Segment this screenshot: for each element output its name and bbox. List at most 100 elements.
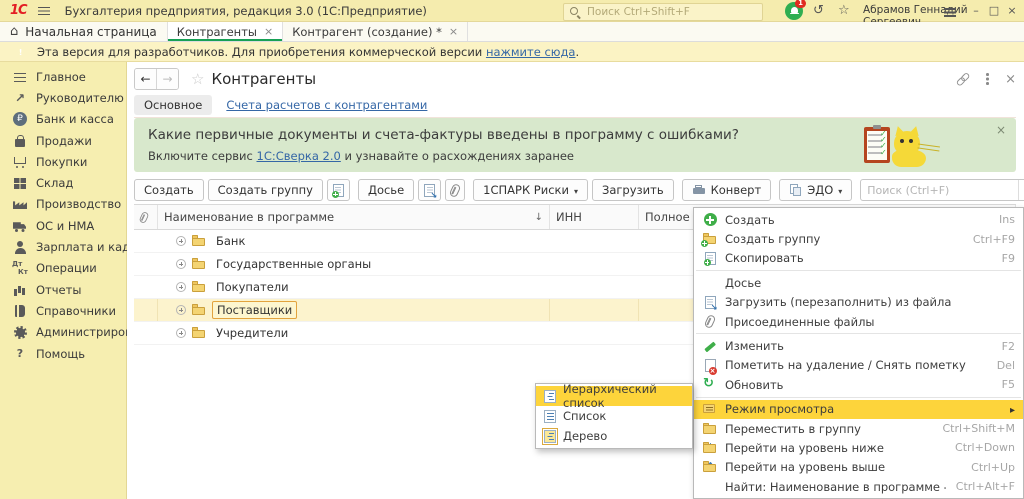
list-search-input[interactable]: [861, 184, 1018, 197]
level-down-icon: ↓: [703, 442, 717, 454]
sidebar-item-zarplata-i-kadry[interactable]: Зарплата и кадры: [0, 236, 126, 257]
sidebar-item-rukovoditelyu[interactable]: Руководителю: [0, 87, 126, 108]
sidebar-item-label: Продажи: [36, 134, 92, 148]
file-load-icon: [424, 184, 435, 197]
expand-icon[interactable]: [176, 259, 186, 269]
sidebar-item-spravochniki[interactable]: Справочники: [0, 300, 126, 321]
book-icon: [12, 304, 28, 318]
menu-separator: [696, 333, 1021, 334]
home-tab[interactable]: Начальная страница: [0, 22, 167, 41]
tab-kontragent-create[interactable]: Контрагент (создание) * ×: [282, 22, 468, 41]
sverka-promo-banner: Какие первичные документы и счета-фактур…: [134, 118, 1016, 172]
menu-item-shortcut: F2: [1002, 340, 1015, 353]
global-search[interactable]: [563, 3, 763, 21]
sidebar-item-operacii[interactable]: Операции: [0, 258, 126, 279]
cart-icon: [12, 155, 28, 169]
window-title: Бухгалтерия предприятия, редакция 3.0 (1…: [65, 4, 427, 18]
tab-close-icon[interactable]: ×: [449, 25, 458, 38]
tab-close-icon[interactable]: ×: [264, 25, 273, 38]
sidebar-item-administrirovanie[interactable]: Администрирование: [0, 322, 126, 343]
level-up-icon: ↑: [703, 461, 717, 473]
tab-kontragenty[interactable]: Контрагенты ×: [167, 22, 282, 41]
create-button[interactable]: Создать: [134, 179, 204, 201]
expand-icon[interactable]: [176, 282, 186, 292]
sidebar-item-pomosch[interactable]: Помощь: [0, 343, 126, 364]
printer-icon: [692, 184, 706, 196]
minimize-button[interactable]: –: [968, 3, 984, 19]
menu-item-find[interactable]: Найти: Наименование в программе - Постав…: [694, 477, 1023, 496]
promo-subtitle: Включите сервис 1С:Сверка 2.0 и узнавайт…: [148, 149, 574, 163]
spark-risks-button[interactable]: 1СПАРК Риски: [473, 179, 588, 201]
clear-search-icon[interactable]: ×: [1018, 180, 1024, 200]
menu-item-create-group[interactable]: Создать группу Ctrl+F9: [694, 229, 1023, 248]
sidebar-item-prodazhi[interactable]: Продажи: [0, 130, 126, 151]
sverka-link[interactable]: 1С:Сверка 2.0: [257, 149, 341, 163]
search-icon: [569, 6, 582, 19]
inn-column-header[interactable]: ИНН: [550, 205, 639, 229]
expand-icon[interactable]: [176, 305, 186, 315]
menu-item-view-mode[interactable]: Режим просмотра: [694, 400, 1023, 419]
sidebar-item-glavnoe[interactable]: Главное: [0, 66, 126, 87]
1c-logo: 1С: [10, 3, 27, 18]
menu-item-label: Изменить: [725, 339, 992, 353]
tab-label: Контрагент (создание) *: [292, 25, 442, 39]
tab-osnovnoe[interactable]: Основное: [134, 95, 212, 115]
sidebar-item-sklad[interactable]: Склад: [0, 172, 126, 193]
sidebar-item-bank-i-kassa[interactable]: Банк и касса: [0, 109, 126, 130]
sort-descending-icon: ↓: [535, 212, 543, 223]
edo-label: ЭДО: [807, 183, 833, 197]
attachments-column-header[interactable]: [134, 205, 158, 229]
tab-scheta-raschetov[interactable]: Счета расчетов с контрагентами: [226, 98, 427, 112]
submenu-item-hierarchical-list[interactable]: Иерархический список: [536, 386, 692, 406]
hierarchical-list-icon: [544, 390, 556, 403]
devbar-link[interactable]: нажмите сюда: [486, 45, 576, 59]
envelope-label: Конверт: [711, 183, 762, 197]
load-from-file-button[interactable]: [418, 179, 441, 201]
row-name: Государственные органы: [212, 256, 375, 272]
attached-files-button[interactable]: [445, 179, 465, 201]
promo-close-icon[interactable]: ×: [996, 123, 1006, 137]
global-search-input[interactable]: [585, 5, 749, 19]
menu-item-dossier[interactable]: Досье: [694, 273, 1023, 292]
menu-item-copy[interactable]: Скопировать F9: [694, 249, 1023, 268]
forward-button[interactable]: →: [156, 69, 178, 89]
create-group-button[interactable]: Создать группу: [208, 179, 323, 201]
envelope-button[interactable]: Конверт: [682, 179, 772, 201]
submenu-item-tree[interactable]: Дерево: [536, 426, 692, 446]
menu-item-attached-files[interactable]: Присоединенные файлы: [694, 312, 1023, 331]
history-icon[interactable]: ↺: [813, 3, 824, 19]
notifications-bell-icon[interactable]: 1: [785, 2, 803, 20]
menu-item-level-up[interactable]: ↑ Перейти на уровень выше Ctrl+Up: [694, 458, 1023, 477]
copy-button[interactable]: [327, 179, 350, 201]
service-menu-icon[interactable]: [943, 6, 957, 18]
sidebar-item-pokupki[interactable]: Покупки: [0, 151, 126, 172]
sidebar-item-proizvodstvo[interactable]: Производство: [0, 194, 126, 215]
more-options-kebab-icon[interactable]: [985, 72, 989, 86]
expand-icon[interactable]: [176, 328, 186, 338]
menu-item-refresh[interactable]: Обновить F5: [694, 375, 1023, 394]
menu-item-edit[interactable]: Изменить F2: [694, 336, 1023, 355]
menu-item-move-to-group[interactable]: ↵ Переместить в группу Ctrl+Shift+M: [694, 419, 1023, 438]
main-menu-icon[interactable]: [37, 5, 51, 17]
favorite-star-icon[interactable]: ☆: [191, 70, 204, 88]
favorites-star-icon[interactable]: ☆: [838, 3, 850, 19]
name-column-header[interactable]: Наименование в программе↓: [158, 205, 550, 229]
sidebar-item-otchety[interactable]: Отчеты: [0, 279, 126, 300]
gear-icon: [12, 325, 28, 339]
back-button[interactable]: ←: [135, 69, 156, 89]
close-page-icon[interactable]: ×: [1005, 72, 1016, 87]
menu-item-load-from-file[interactable]: Загрузить (перезаполнить) из файла: [694, 293, 1023, 312]
menu-item-mark-deletion[interactable]: Пометить на удаление / Снять пометку Del: [694, 356, 1023, 375]
load-button[interactable]: Загрузить: [592, 179, 674, 201]
edo-button[interactable]: ЭДО: [779, 179, 852, 201]
sidebar-item-os-i-nma[interactable]: ОС и НМА: [0, 215, 126, 236]
menu-item-level-down[interactable]: ↓ Перейти на уровень ниже Ctrl+Down: [694, 438, 1023, 457]
list-search-field[interactable]: ×: [860, 179, 1024, 201]
expand-icon[interactable]: [176, 236, 186, 246]
menu-item-create[interactable]: Создать Ins: [694, 210, 1023, 229]
dossier-button[interactable]: Досье: [358, 179, 414, 201]
maximize-button[interactable]: □: [986, 3, 1002, 19]
menu-item-shortcut: Ctrl+Alt+F: [956, 480, 1015, 493]
close-button[interactable]: ×: [1004, 3, 1020, 19]
get-link-icon[interactable]: [952, 69, 972, 89]
